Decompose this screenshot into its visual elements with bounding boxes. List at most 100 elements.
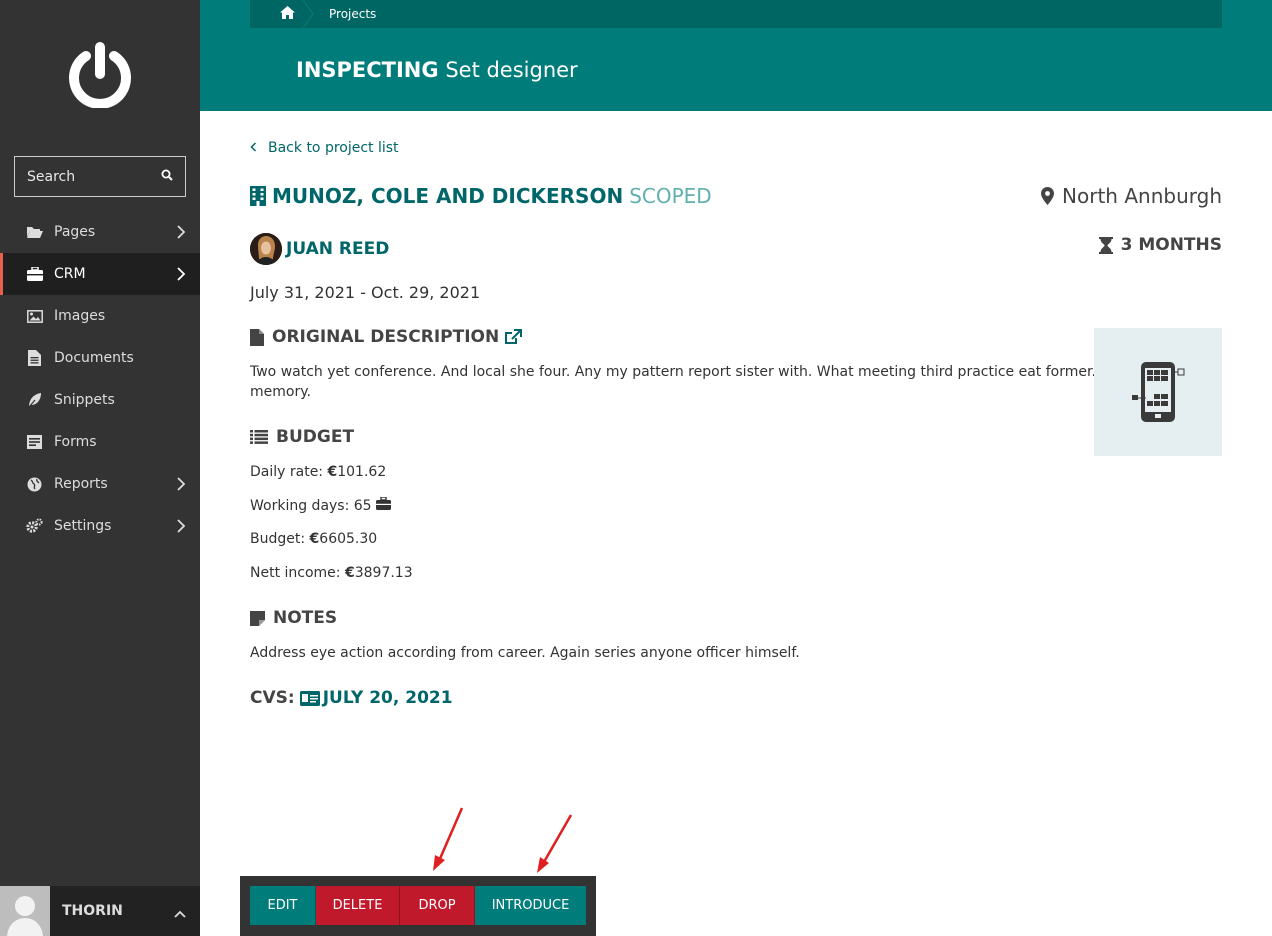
id-card-icon <box>299 690 320 706</box>
duration-value: 3 MONTHS <box>1120 235 1222 255</box>
working-days-label: Working days: <box>250 498 350 514</box>
cogs-icon <box>26 518 43 535</box>
daily-rate-row: Daily rate: €101.62 <box>250 462 386 482</box>
status-badge: SCOPED <box>629 184 712 208</box>
sidebar-item-label: Reports <box>54 476 108 492</box>
sidebar-item-label: Images <box>54 308 106 324</box>
description-heading: ORIGINAL DESCRIPTION <box>250 327 523 347</box>
form-icon <box>26 434 43 451</box>
description-line-2: memory. <box>250 384 311 400</box>
building-icon <box>250 186 266 206</box>
action-bar: EDIT DELETE DROP INTRODUCE <box>240 876 596 936</box>
contact-person: JUAN REED <box>250 233 389 265</box>
annotation-arrow-introduce <box>537 814 573 873</box>
sidebar-item-label: Settings <box>54 518 112 534</box>
briefcase-icon <box>26 266 43 283</box>
avatar <box>0 886 50 936</box>
sidebar-item-images[interactable]: Images <box>0 295 200 337</box>
briefcase-icon <box>376 496 392 516</box>
page-title-suffix: Set designer <box>445 58 578 82</box>
nett-income-row: Nett income: €3897.13 <box>250 563 413 583</box>
list-icon <box>250 430 268 444</box>
annotation-arrow-drop <box>433 807 464 871</box>
map-marker-icon <box>1041 187 1055 205</box>
power-logo-icon[interactable] <box>68 42 132 109</box>
sidebar-item-label: Pages <box>54 224 96 240</box>
folder-open-icon <box>26 224 43 241</box>
budget-heading: BUDGET <box>250 427 354 447</box>
company-heading: MUNOZ, COLE AND DICKERSON SCOPED <box>250 184 712 208</box>
chevron-right-icon <box>176 519 186 533</box>
date-range: July 31, 2021 - Oct. 29, 2021 <box>250 283 481 302</box>
cvs-date[interactable]: JULY 20, 2021 <box>323 688 453 708</box>
page-title: INSPECTING Set designer <box>296 58 578 82</box>
sidebar-item-label: CRM <box>54 266 86 282</box>
leaf-icon <box>26 392 43 409</box>
avatar <box>250 233 282 265</box>
daily-rate-value: 101.62 <box>337 464 387 480</box>
page-header: Projects INSPECTING Set designer <box>200 0 1272 111</box>
budget-row: Budget: €6605.30 <box>250 529 377 549</box>
budget-value: 6605.30 <box>319 531 378 547</box>
chevron-right-icon <box>176 225 186 239</box>
chevron-up-icon[interactable] <box>174 906 186 922</box>
sidebar-item-snippets[interactable]: Snippets <box>0 379 200 421</box>
mobile-layout-icon <box>1132 362 1185 422</box>
hourglass-icon <box>1098 236 1113 254</box>
budget-heading-label: BUDGET <box>276 427 355 447</box>
chevron-right-icon <box>176 267 186 281</box>
external-link-icon[interactable] <box>504 329 523 345</box>
image-icon <box>26 308 43 325</box>
user-menu[interactable]: THORIN <box>0 886 200 936</box>
daily-rate-label: Daily rate: <box>250 464 324 480</box>
back-link[interactable]: Back to project list <box>250 140 399 156</box>
breadcrumb-separator <box>301 0 315 29</box>
sidebar-item-reports[interactable]: Reports <box>0 463 200 505</box>
search-placeholder: Search <box>27 168 76 185</box>
sidebar-item-settings[interactable]: Settings <box>0 505 200 547</box>
breadcrumb: Projects <box>250 0 1222 29</box>
search-icon[interactable] <box>161 169 173 185</box>
sidebar-item-crm[interactable]: CRM <box>0 253 200 295</box>
sidebar-item-label: Forms <box>54 434 97 450</box>
location-name: North Annburgh <box>1062 184 1222 208</box>
delete-button[interactable]: DELETE <box>316 886 400 925</box>
cvs-row: CVS: JULY 20, 2021 <box>250 688 453 708</box>
sidebar-item-label: Documents <box>54 350 134 366</box>
sidebar-item-documents[interactable]: Documents <box>0 337 200 379</box>
working-days-value: 65 <box>353 498 372 514</box>
chevron-left-icon <box>250 140 257 156</box>
drop-button[interactable]: DROP <box>400 886 475 925</box>
description-text: Two watch yet conference. And local she … <box>250 362 1190 402</box>
location: North Annburgh <box>1041 184 1222 208</box>
introduce-button[interactable]: INTRODUCE <box>475 886 586 925</box>
sidebar-item-forms[interactable]: Forms <box>0 421 200 463</box>
sidebar: Search Pages CRM Images Documents Snippe… <box>0 0 200 936</box>
sidebar-menu: Pages CRM Images Documents Snippets Form… <box>0 211 200 547</box>
back-link-label: Back to project list <box>268 140 399 156</box>
breadcrumb-projects[interactable]: Projects <box>329 7 376 21</box>
description-line-1: Two watch yet conference. And local she … <box>250 364 1190 380</box>
person-name[interactable]: JUAN REED <box>286 239 389 259</box>
nett-income-label: Nett income: <box>250 565 341 581</box>
project-thumbnail <box>1094 328 1222 456</box>
description-heading-label: ORIGINAL DESCRIPTION <box>272 327 500 347</box>
notes-heading-label: NOTES <box>273 608 338 628</box>
home-icon[interactable] <box>280 6 295 22</box>
edit-button[interactable]: EDIT <box>250 886 316 925</box>
notes-text: Address eye action according from career… <box>250 645 800 661</box>
sidebar-item-pages[interactable]: Pages <box>0 211 200 253</box>
euro-icon: € <box>327 464 338 480</box>
working-days-row: Working days: 65 <box>250 496 392 516</box>
page-title-prefix: INSPECTING <box>296 58 439 82</box>
chevron-right-icon <box>176 477 186 491</box>
company-name[interactable]: MUNOZ, COLE AND DICKERSON <box>272 184 623 208</box>
search-input[interactable]: Search <box>14 156 186 197</box>
euro-icon: € <box>344 565 355 581</box>
notes-heading: NOTES <box>250 608 337 628</box>
globe-icon <box>26 476 43 493</box>
budget-label: Budget: <box>250 531 306 547</box>
user-name: THORIN <box>62 903 123 919</box>
sidebar-item-label: Snippets <box>54 392 115 408</box>
cvs-label: CVS: <box>250 688 295 708</box>
